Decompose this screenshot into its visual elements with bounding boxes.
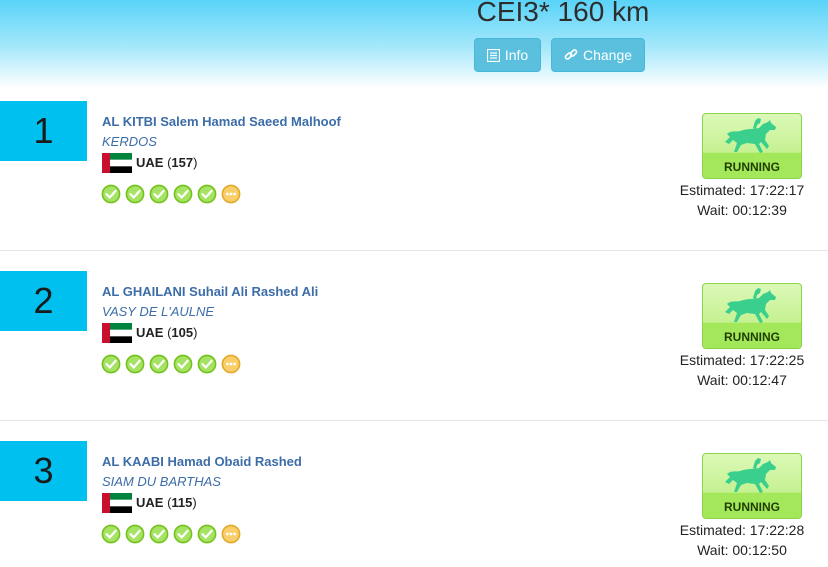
horse-name: VASY DE L'AULNE <box>102 304 215 319</box>
info-button[interactable]: Info <box>474 38 541 72</box>
page-title: CEI3* 160 km <box>476 0 650 27</box>
wait-time: Wait: 00:12:39 <box>697 202 787 218</box>
horse-name: KERDOS <box>102 134 157 149</box>
list-icon <box>486 48 500 62</box>
change-button-label: Change <box>582 47 633 63</box>
status-label: RUNNING <box>724 160 780 174</box>
wait-time: Wait: 00:12:47 <box>697 372 787 388</box>
check-circle-icon <box>149 524 169 544</box>
horse-rider-icon <box>725 288 776 323</box>
info-button-label: Info <box>504 47 529 63</box>
uae-flag-icon <box>102 153 132 173</box>
check-circle-icon <box>149 354 169 374</box>
rider-number: 105 <box>171 325 194 340</box>
country-code: UAE <box>136 325 164 340</box>
horse-name: SIAM DU BARTHAS <box>102 474 221 489</box>
check-circle-icon <box>149 184 169 204</box>
rider-number: 157 <box>171 155 194 170</box>
running-status-button[interactable]: RUNNING <box>702 453 802 519</box>
uae-flag-icon <box>102 493 132 513</box>
change-button[interactable]: Change <box>551 38 645 72</box>
check-circle-icon <box>173 184 193 204</box>
wait-time: Wait: 00:12:50 <box>697 542 787 558</box>
list-item: 3 AL KAABI Hamad Obaid Rashed SIAM DU BA… <box>0 420 828 567</box>
check-circle-icon <box>125 184 145 204</box>
uae-flag-icon <box>102 323 132 343</box>
rank-badge: 1 <box>0 101 87 161</box>
check-circle-icon <box>101 184 121 204</box>
link-icon <box>564 49 578 60</box>
pending-dots-icon <box>221 354 241 374</box>
pending-dots-icon <box>221 184 241 204</box>
rank-badge: 3 <box>0 441 87 501</box>
check-circle-icon <box>197 524 217 544</box>
phase-indicators <box>101 354 241 374</box>
race-header: CEI3* 160 km Info Change <box>0 0 828 88</box>
country-code: UAE <box>136 155 164 170</box>
check-circle-icon <box>173 524 193 544</box>
phase-indicators <box>101 524 241 544</box>
check-circle-icon <box>101 354 121 374</box>
rider-number: 115 <box>171 495 193 510</box>
horse-rider-icon <box>725 118 776 153</box>
running-status-button[interactable]: RUNNING <box>702 113 802 179</box>
list-item: 2 AL GHAILANI Suhail Ali Rashed Ali VASY… <box>0 250 828 421</box>
country-label: UAE (105) <box>136 325 198 340</box>
check-circle-icon <box>125 354 145 374</box>
phase-indicators <box>101 184 241 204</box>
country-label: UAE (157) <box>136 155 198 170</box>
horse-rider-icon <box>725 458 776 493</box>
check-circle-icon <box>125 524 145 544</box>
rider-name-link[interactable]: AL KITBI Salem Hamad Saeed Malhoof <box>102 114 341 129</box>
rider-name-link[interactable]: AL GHAILANI Suhail Ali Rashed Ali <box>102 284 318 299</box>
country-code: UAE <box>136 495 164 510</box>
estimated-time: Estimated: 17:22:28 <box>679 522 805 538</box>
check-circle-icon <box>197 184 217 204</box>
estimated-time: Estimated: 17:22:25 <box>679 352 805 368</box>
check-circle-icon <box>173 354 193 374</box>
status-label: RUNNING <box>724 330 780 344</box>
country-label: UAE (115) <box>136 495 197 510</box>
pending-dots-icon <box>221 524 241 544</box>
status-label: RUNNING <box>724 500 780 514</box>
rider-name-link[interactable]: AL KAABI Hamad Obaid Rashed <box>102 454 302 469</box>
estimated-time: Estimated: 17:22:17 <box>679 182 805 198</box>
rank-badge: 2 <box>0 271 87 331</box>
running-status-button[interactable]: RUNNING <box>702 283 802 349</box>
check-circle-icon <box>197 354 217 374</box>
check-circle-icon <box>101 524 121 544</box>
list-item: 1 AL KITBI Salem Hamad Saeed Malhoof KER… <box>0 101 828 271</box>
